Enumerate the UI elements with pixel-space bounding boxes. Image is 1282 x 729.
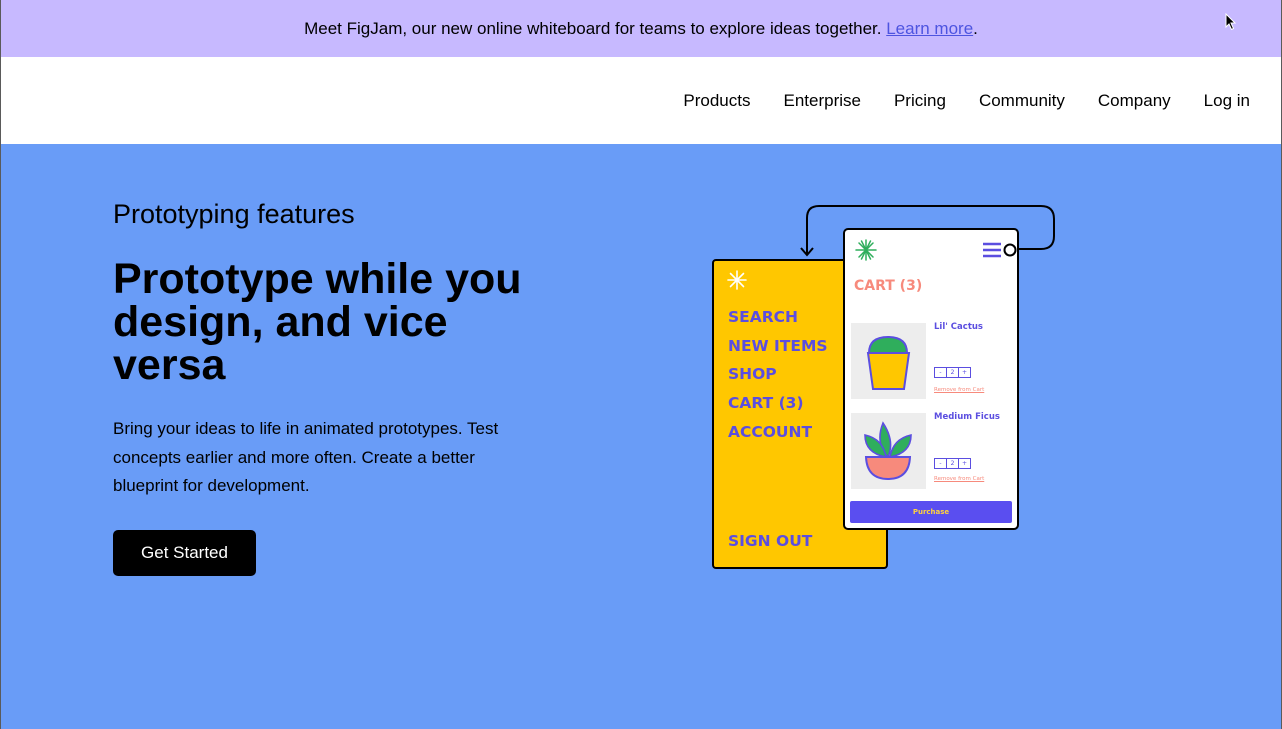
menu-item-cart: CART (3) xyxy=(728,394,804,413)
menu-item-search: SEARCH xyxy=(728,308,799,326)
nav-enterprise[interactable]: Enterprise xyxy=(783,91,860,111)
banner-suffix: . xyxy=(973,18,978,38)
mouse-cursor-icon xyxy=(1225,13,1237,31)
ficus-icon xyxy=(864,421,912,481)
learn-more-link[interactable]: Learn more xyxy=(886,19,973,39)
qty-plus: + xyxy=(958,458,971,469)
ficus-image xyxy=(851,413,926,489)
hamburger-menu-icon xyxy=(983,242,1001,258)
announcement-banner: Meet FigJam, our new online whiteboard f… xyxy=(1,0,1281,57)
nav-login[interactable]: Log in xyxy=(1204,91,1250,111)
cart-title: CART (3) xyxy=(854,278,923,294)
nav-pricing[interactable]: Pricing xyxy=(894,91,946,111)
top-navigation: Products Enterprise Pricing Community Co… xyxy=(1,57,1281,144)
remove-link-ficus: Remove from Cart xyxy=(934,476,985,482)
menu-item-new-items: NEW ITEMS xyxy=(728,336,828,355)
nav-products[interactable]: Products xyxy=(683,91,750,111)
menu-item-shop: SHOP xyxy=(728,365,777,384)
item-name-cactus: Lil' Cactus xyxy=(934,322,983,332)
nav-company[interactable]: Company xyxy=(1098,91,1171,111)
qty-plus: + xyxy=(958,367,971,378)
menu-list: SEARCH NEW ITEMS SHOP CART (3) ACCOUNT xyxy=(728,303,828,447)
purchase-button: Purchase xyxy=(850,501,1012,523)
remove-link-cactus: Remove from Cart xyxy=(934,387,985,393)
prototype-illustration: SEARCH NEW ITEMS SHOP CART (3) ACCOUNT S… xyxy=(701,200,1081,580)
cart-screen: CART (3) Lil' Cactus - 2 + Remove from C… xyxy=(843,228,1019,530)
hero-headline: Prototype while you design, and vice ver… xyxy=(113,255,522,389)
get-started-button[interactable]: Get Started xyxy=(113,530,256,576)
nav-links: Products Enterprise Pricing Community Co… xyxy=(683,57,1250,144)
hero-section: Prototyping features Prototype while you… xyxy=(1,144,1281,729)
nav-community[interactable]: Community xyxy=(979,91,1065,111)
banner-text: Meet FigJam, our new online whiteboard f… xyxy=(304,18,882,38)
cactus-icon xyxy=(866,335,911,390)
hero-eyebrow: Prototyping features xyxy=(113,199,355,229)
item-name-ficus: Medium Ficus xyxy=(934,412,1000,422)
cactus-image xyxy=(851,323,926,399)
connector-node-icon xyxy=(1003,243,1017,257)
starburst-logo-icon xyxy=(855,239,877,261)
menu-item-account: ACCOUNT xyxy=(728,422,813,441)
qty-stepper-cactus: - 2 + xyxy=(934,367,971,378)
hero-description: Bring your ideas to life in animated pro… xyxy=(113,419,499,495)
qty-stepper-ficus: - 2 + xyxy=(934,458,971,469)
menu-item-sign-out: SIGN OUT xyxy=(728,532,813,550)
